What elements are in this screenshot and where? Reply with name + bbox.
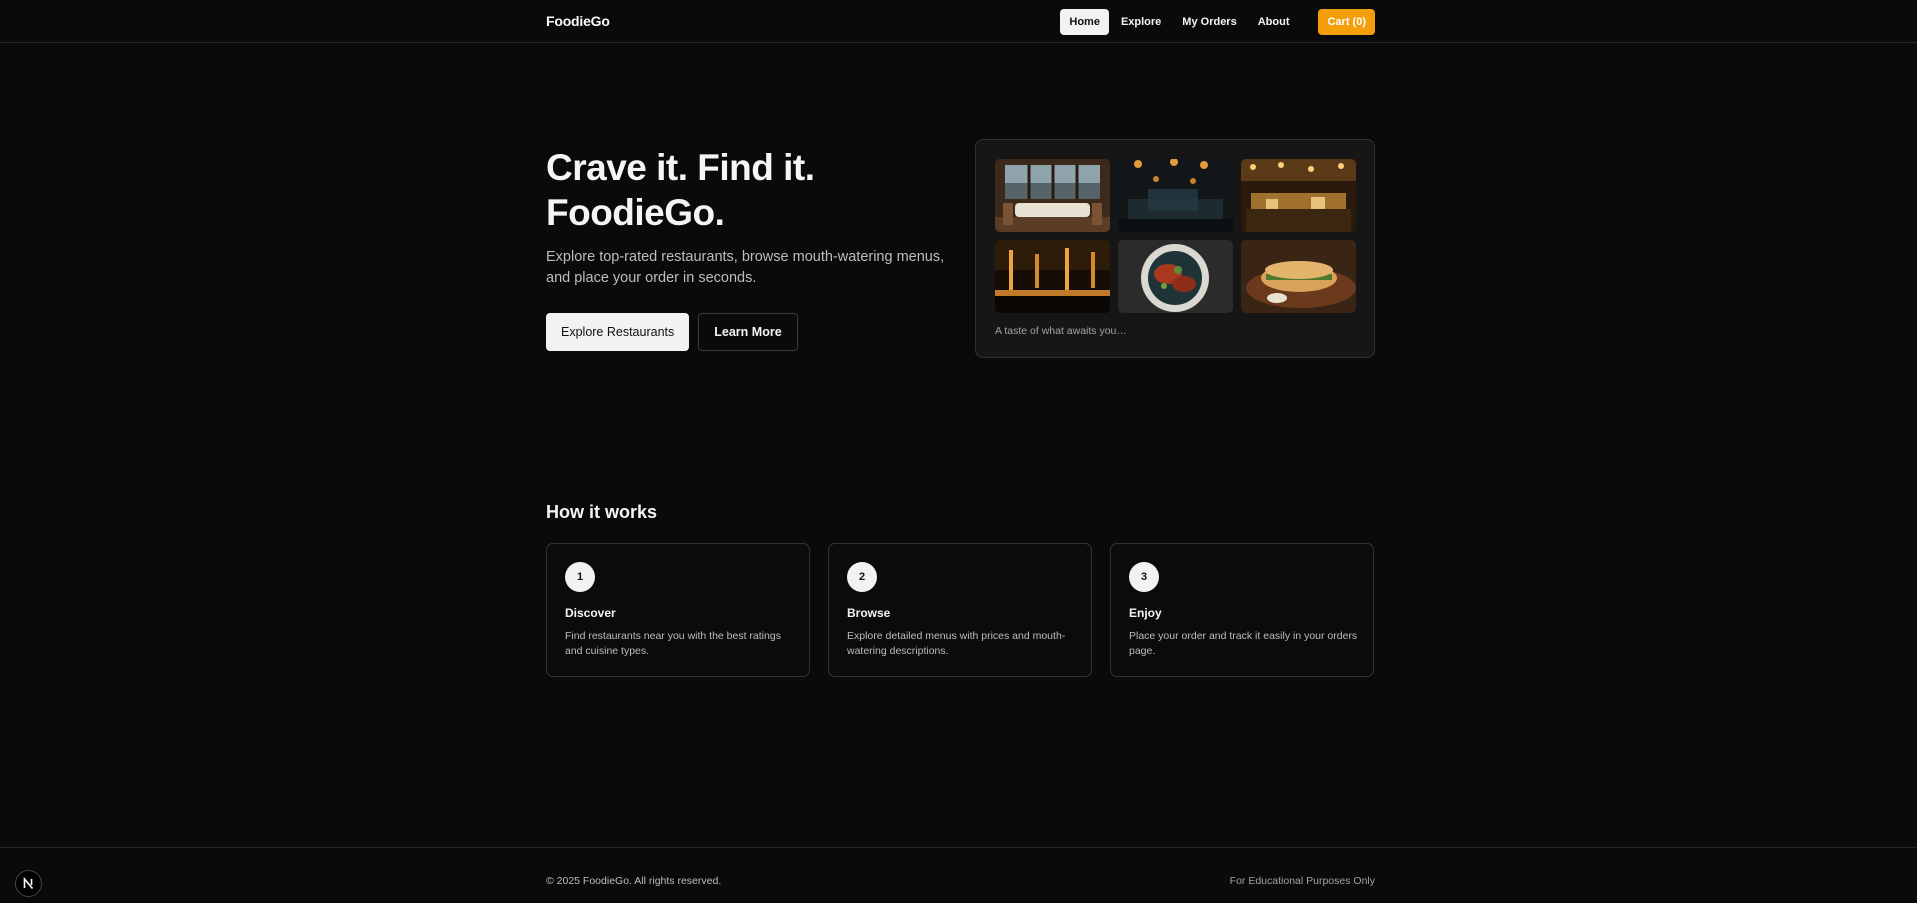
footer-copyright: © 2025 FoodieGo. All rights reserved. (546, 875, 722, 887)
page-footer: © 2025 FoodieGo. All rights reserved. Fo… (0, 847, 1917, 903)
step-description: Place your order and track it easily in … (1129, 630, 1358, 657)
step-number-badge: 2 (847, 562, 877, 592)
step-card-enjoy: 3 Enjoy Place your order and track it ea… (1110, 543, 1374, 677)
step-title: Browse (847, 606, 891, 620)
learn-more-button[interactable]: Learn More (698, 313, 798, 351)
step-title: Enjoy (1129, 606, 1162, 620)
step-description: Find restaurants near you with the best … (565, 630, 781, 657)
how-it-works-heading: How it works (546, 502, 658, 522)
gallery-image-warm-restaurant (1241, 159, 1356, 232)
gallery-image-bar-night (995, 240, 1110, 313)
explore-restaurants-button[interactable]: Explore Restaurants (546, 313, 690, 351)
step-title: Discover (565, 606, 616, 620)
step-number-badge: 3 (1129, 562, 1159, 592)
gallery-image-lantern-dining (1118, 159, 1233, 232)
gallery-image-window-view (995, 159, 1110, 232)
step-number-badge: 1 (565, 562, 595, 592)
step-description: Explore detailed menus with prices and m… (847, 630, 1066, 657)
hero-subtitle: Explore top-rated restaurants, browse mo… (546, 249, 945, 286)
nav-home[interactable]: Home (1060, 9, 1109, 35)
hero-title: Crave it. Find it. FoodieGo. (546, 145, 966, 235)
nav-my-orders[interactable]: My Orders (1173, 9, 1245, 35)
brand-logo[interactable]: FoodieGo (546, 13, 610, 29)
main-nav: Home Explore My Orders About Cart (0) (1057, 8, 1375, 36)
photo-gallery-card: A taste of what awaits you… (975, 139, 1375, 358)
hero-actions: Explore Restaurants Learn More (546, 313, 798, 351)
gallery-caption: A taste of what awaits you… (995, 325, 1127, 337)
hero-title-line1: Crave it. Find it. (546, 147, 815, 188)
nav-about[interactable]: About (1249, 9, 1299, 35)
step-card-browse: 2 Browse Explore detailed menus with pri… (828, 543, 1092, 677)
nav-explore[interactable]: Explore (1112, 9, 1170, 35)
cart-button[interactable]: Cart (0) (1318, 9, 1375, 35)
hero-title-line2: FoodieGo. (546, 192, 725, 233)
n-logo-icon (23, 877, 34, 890)
gallery-image-sandwich (1241, 240, 1356, 313)
footer-note: For Educational Purposes Only (1229, 875, 1375, 887)
nextjs-dev-badge-icon[interactable] (15, 870, 42, 897)
step-card-discover: 1 Discover Find restaurants near you wit… (546, 543, 810, 677)
gallery-image-plated-dish (1118, 240, 1233, 313)
top-navbar: FoodieGo Home Explore My Orders About Ca… (0, 0, 1917, 43)
